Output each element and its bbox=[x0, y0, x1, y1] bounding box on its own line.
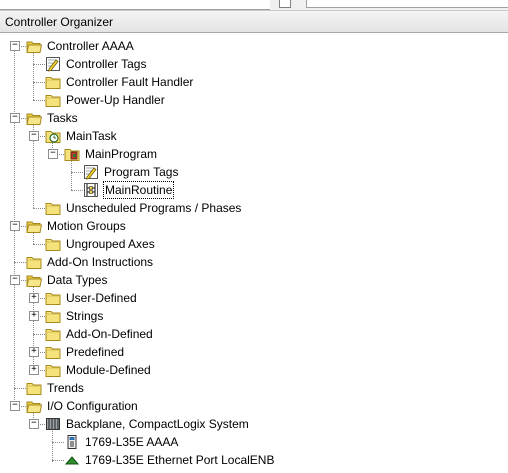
collapse-expander-icon[interactable]: − bbox=[48, 149, 58, 159]
collapse-expander-icon[interactable]: − bbox=[10, 275, 20, 285]
tree-item-label: Unscheduled Programs / Phases bbox=[66, 201, 242, 215]
folder-icon bbox=[26, 254, 42, 270]
tree-item-motion-groups[interactable]: − Motion Groups bbox=[0, 217, 508, 235]
toolbar-field-fragment bbox=[0, 0, 270, 10]
folder-icon bbox=[45, 236, 61, 252]
tree-item-label: Trends bbox=[47, 381, 84, 395]
collapse-expander-icon[interactable]: − bbox=[10, 221, 20, 231]
tree-item-tasks[interactable]: − Tasks bbox=[0, 109, 508, 127]
expand-expander-icon[interactable]: + bbox=[29, 365, 39, 375]
tree-item-ungrouped-axes[interactable]: Ungrouped Axes bbox=[0, 235, 508, 253]
tree-item-controller[interactable]: − Controller AAAA bbox=[0, 37, 508, 55]
tree-item-label: Controller AAAA bbox=[47, 39, 134, 53]
tree-item-controller-fault-handler[interactable]: Controller Fault Handler bbox=[0, 73, 508, 91]
tree-item-label: Module-Defined bbox=[66, 363, 151, 377]
expand-expander-icon[interactable]: + bbox=[29, 347, 39, 357]
tree-item-add-on-defined[interactable]: Add-On-Defined bbox=[0, 325, 508, 343]
tags-icon bbox=[83, 164, 99, 180]
tree-item-maintask[interactable]: − MainTask bbox=[0, 127, 508, 145]
tree-item-mainprogram[interactable]: − MainProgram bbox=[0, 145, 508, 163]
tree-item-controller-module[interactable]: 1769-L35E AAAA bbox=[0, 433, 508, 451]
tree-item-io-configuration[interactable]: − I/O Configuration bbox=[0, 397, 508, 415]
collapse-expander-icon[interactable]: − bbox=[10, 113, 20, 123]
open-folder-icon bbox=[26, 110, 43, 126]
open-folder-icon bbox=[26, 38, 43, 54]
tree-item-label: 1769-L35E Ethernet Port LocalENB bbox=[85, 453, 275, 467]
expand-expander-icon[interactable]: + bbox=[29, 311, 39, 321]
tree-item-mainroutine[interactable]: MainRoutine bbox=[0, 181, 508, 199]
folder-icon bbox=[45, 92, 61, 108]
tags-icon bbox=[45, 56, 61, 72]
tree-item-predefined[interactable]: + Predefined bbox=[0, 343, 508, 361]
top-toolbar-fragment bbox=[0, 0, 508, 10]
folder-icon bbox=[26, 380, 42, 396]
folder-icon bbox=[45, 362, 61, 378]
tree-item-label: I/O Configuration bbox=[47, 399, 138, 413]
ladder-routine-icon bbox=[83, 182, 99, 198]
tree-item-label: Predefined bbox=[66, 345, 125, 359]
tree-item-strings[interactable]: + Strings bbox=[0, 307, 508, 325]
tree-item-data-types[interactable]: − Data Types bbox=[0, 271, 508, 289]
tree-item-label: Data Types bbox=[47, 273, 108, 287]
controller-organizer-tree[interactable]: − Controller AAAA Controller Tags Controlle… bbox=[0, 34, 508, 467]
tree-item-label: Motion Groups bbox=[47, 219, 126, 233]
ethernet-port-icon bbox=[64, 452, 80, 468]
tree-item-label: Backplane, CompactLogix System bbox=[66, 417, 249, 431]
tree-item-label: Strings bbox=[66, 309, 104, 323]
folder-icon bbox=[45, 344, 61, 360]
module-icon bbox=[64, 434, 80, 450]
tree-item-label: Add-On-Defined bbox=[66, 327, 153, 341]
collapse-expander-icon[interactable]: − bbox=[10, 41, 20, 51]
folder-icon bbox=[45, 74, 61, 90]
tree-item-controller-tags[interactable]: Controller Tags bbox=[0, 55, 508, 73]
tree-item-ethernet-port[interactable]: 1769-L35E Ethernet Port LocalENB bbox=[0, 451, 508, 469]
tree-item-label: Program Tags bbox=[104, 165, 179, 179]
folder-icon bbox=[45, 308, 61, 324]
panel-header: Controller Organizer bbox=[0, 10, 508, 33]
collapse-expander-icon[interactable]: − bbox=[29, 419, 39, 429]
folder-icon bbox=[45, 326, 61, 342]
tree-item-label: MainRoutine bbox=[103, 181, 175, 199]
tree-item-unscheduled-programs[interactable]: Unscheduled Programs / Phases bbox=[0, 199, 508, 217]
tree-item-add-on-instructions[interactable]: Add-On Instructions bbox=[0, 253, 508, 271]
tree-item-program-tags[interactable]: Program Tags bbox=[0, 163, 508, 181]
tree-item-label: User-Defined bbox=[66, 291, 137, 305]
folder-icon bbox=[45, 290, 61, 306]
tree-item-label: 1769-L35E AAAA bbox=[85, 435, 179, 449]
tree-item-label: Power-Up Handler bbox=[66, 93, 165, 107]
program-icon bbox=[64, 146, 80, 162]
tree-item-module-defined[interactable]: + Module-Defined bbox=[0, 361, 508, 379]
tree-item-label: Ungrouped Axes bbox=[66, 237, 155, 251]
expand-expander-icon[interactable]: + bbox=[29, 293, 39, 303]
tree-item-trends[interactable]: Trends bbox=[0, 379, 508, 397]
open-folder-icon bbox=[26, 398, 43, 414]
tree-item-backplane[interactable]: − Backplane, CompactLogix System bbox=[0, 415, 508, 433]
collapse-expander-icon[interactable]: − bbox=[10, 401, 20, 411]
tree-item-label: MainProgram bbox=[85, 147, 158, 161]
toolbar-checkbox-fragment[interactable] bbox=[279, 0, 291, 8]
backplane-icon bbox=[45, 416, 61, 432]
tree-item-label: MainTask bbox=[66, 129, 117, 143]
open-folder-icon bbox=[26, 272, 43, 288]
tree-item-label: Controller Tags bbox=[66, 57, 147, 71]
panel-title: Controller Organizer bbox=[5, 15, 114, 29]
toolbar-dropdown-fragment[interactable] bbox=[306, 0, 508, 8]
tree-item-label: Tasks bbox=[47, 111, 78, 125]
tree-item-label: Add-On Instructions bbox=[47, 255, 154, 269]
open-folder-icon bbox=[26, 218, 43, 234]
tree-item-label: Controller Fault Handler bbox=[66, 75, 194, 89]
tree-item-user-defined[interactable]: + User-Defined bbox=[0, 289, 508, 307]
task-icon bbox=[45, 128, 61, 144]
folder-icon bbox=[45, 200, 61, 216]
tree-item-power-up-handler[interactable]: Power-Up Handler bbox=[0, 91, 508, 109]
collapse-expander-icon[interactable]: − bbox=[29, 131, 39, 141]
